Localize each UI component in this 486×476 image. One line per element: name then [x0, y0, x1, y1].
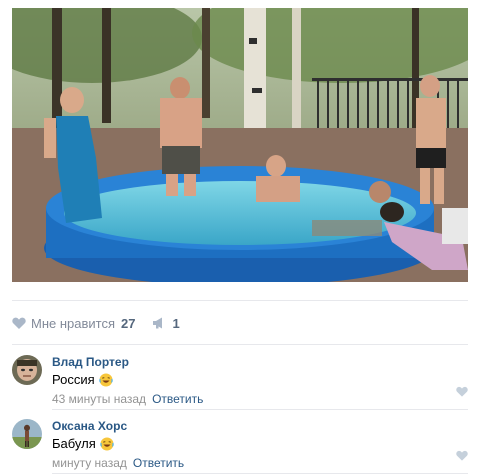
comment-body: Влад Портер Россия 43 минуты назад Ответи… — [52, 355, 468, 406]
avatar-image — [12, 355, 42, 385]
share-button[interactable]: 1 — [152, 315, 180, 331]
heart-icon — [12, 317, 26, 329]
like-button[interactable]: Мне нравится 27 — [12, 316, 135, 331]
comment-meta: 43 минуты назад Ответить — [52, 392, 468, 406]
comment-author[interactable]: Оксана Хорс — [52, 419, 468, 433]
reply-button[interactable]: Ответить — [133, 456, 184, 470]
laughing-emoji-icon — [100, 437, 114, 451]
share-count: 1 — [172, 315, 180, 331]
comment-item: Влад Портер Россия 43 минуты назад Ответи… — [12, 355, 468, 411]
comment-like-heart-icon[interactable] — [456, 450, 468, 461]
comments-divider — [12, 344, 468, 345]
comment-like-heart-icon[interactable] — [456, 386, 468, 397]
bottom-divider — [52, 473, 468, 474]
laughing-emoji-icon — [98, 373, 113, 387]
comment-text: Бабуля — [52, 436, 96, 451]
megaphone-icon — [153, 317, 163, 329]
like-count: 27 — [121, 315, 136, 331]
comment-time[interactable]: 43 минуты назад — [52, 392, 146, 406]
post-actions: Мне нравится 27 1 — [12, 313, 180, 333]
like-label: Мне нравится — [31, 315, 116, 331]
avatar-image — [12, 419, 42, 449]
comment-time[interactable]: минуту назад — [52, 456, 127, 470]
comment-text-row: Россия — [52, 372, 468, 388]
post-photo[interactable] — [12, 8, 468, 282]
comment-meta: минуту назад Ответить — [52, 456, 468, 470]
comment-item: Оксана Хорс Бабуля минуту назад Ответить — [12, 419, 468, 475]
reply-button[interactable]: Ответить — [152, 392, 203, 406]
comment-text: Россия — [52, 372, 95, 387]
comment-body: Оксана Хорс Бабуля минуту назад Ответить — [52, 419, 468, 470]
avatar[interactable] — [12, 419, 42, 449]
post-photo-image — [12, 8, 468, 282]
avatar[interactable] — [12, 355, 42, 385]
comment-divider — [52, 409, 468, 410]
comment-author[interactable]: Влад Портер — [52, 355, 468, 369]
post-divider-top — [12, 300, 468, 301]
comment-text-row: Бабуля — [52, 436, 468, 452]
